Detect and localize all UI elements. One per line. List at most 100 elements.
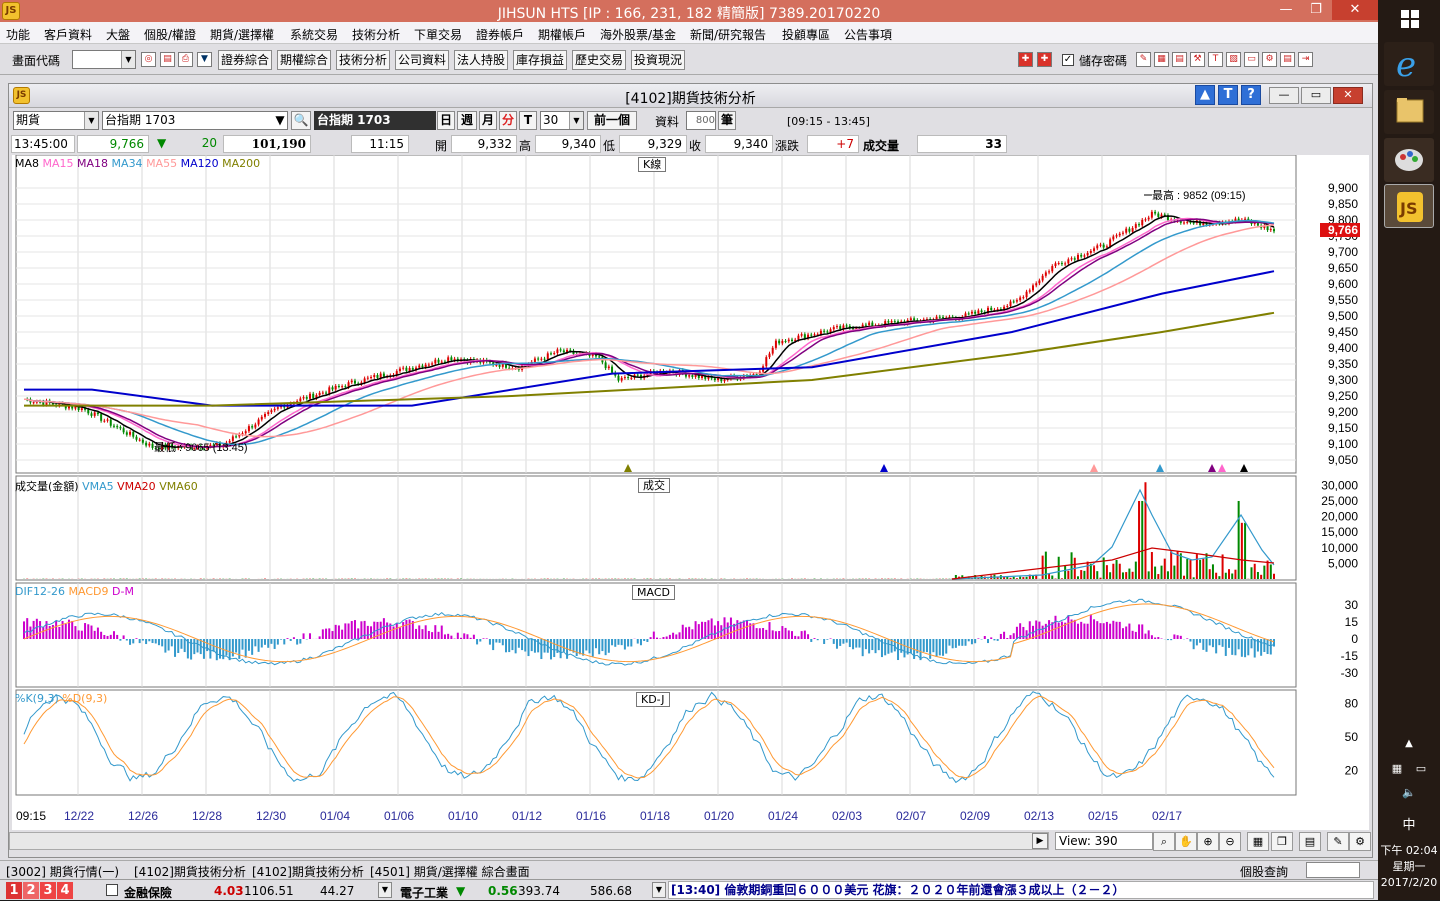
menu-item-system-trade[interactable]: 系統交易: [290, 26, 338, 43]
data-count-input[interactable]: 800: [686, 111, 716, 130]
institutional-holdings-button[interactable]: 法人持股: [454, 50, 508, 70]
company-info-button[interactable]: 公司資料: [395, 50, 449, 70]
settings-icon[interactable]: ⚙: [1349, 832, 1371, 851]
text-icon[interactable]: T: [1218, 85, 1238, 105]
period-tick-button[interactable]: T: [519, 111, 537, 130]
securities-summary-button[interactable]: 證券綜合: [218, 50, 272, 70]
menu-item-stocks[interactable]: 個股/權證: [144, 26, 196, 43]
window-icon[interactable]: ▭: [1244, 52, 1259, 67]
chevron-up-icon[interactable]: ▲: [1378, 738, 1440, 749]
inner-minimize-button[interactable]: —: [1269, 87, 1299, 104]
chevron-down-icon[interactable]: ▼: [378, 882, 392, 898]
period-week-button[interactable]: 週: [457, 111, 477, 130]
screen-code-select[interactable]: ▼: [72, 50, 136, 69]
grid-icon[interactable]: ▦: [1154, 52, 1169, 67]
tab-4102-a[interactable]: [4102]期貨技術分析: [134, 863, 246, 880]
minutes-select[interactable]: 30▼: [540, 111, 584, 130]
pencil-icon[interactable]: ✎: [1136, 52, 1151, 67]
chevron-down-icon[interactable]: ▼: [652, 882, 666, 898]
minus-icon[interactable]: ✚: [1037, 52, 1052, 67]
chart-icon[interactable]: ▧: [1226, 52, 1241, 67]
period-month-button[interactable]: 月: [479, 111, 497, 130]
text-icon[interactable]: T: [1208, 52, 1223, 67]
print-icon[interactable]: ⎙: [178, 52, 193, 67]
macd-histogram-bar: [627, 639, 629, 647]
menu-item-tech-analysis[interactable]: 技術分析: [352, 26, 400, 43]
period-day-button[interactable]: 日: [437, 111, 455, 130]
history-trades-button[interactable]: 歷史交易: [572, 50, 626, 70]
search-icon[interactable]: 🔍: [291, 111, 311, 130]
tablet-icon[interactable]: ▭: [1390, 762, 1440, 775]
copy-icon[interactable]: ❐: [1271, 832, 1293, 851]
layout-icon[interactable]: ▤: [1280, 52, 1295, 67]
period-minute-button[interactable]: 分: [499, 111, 517, 130]
menu-item-customer[interactable]: 客戶資料: [44, 26, 92, 43]
zoom-icon[interactable]: ⌕: [1153, 832, 1175, 851]
market-select[interactable]: 期貨▼: [13, 111, 99, 130]
tab-4102-b[interactable]: [4102]期貨技術分析: [252, 863, 364, 880]
inventory-pnl-button[interactable]: 庫存損益: [513, 50, 567, 70]
investment-status-button[interactable]: 投資現況: [631, 50, 685, 70]
unit-button[interactable]: 筆: [718, 111, 736, 130]
draw-icon[interactable]: ✎: [1327, 832, 1349, 851]
layout-icon[interactable]: ▤: [1299, 832, 1321, 851]
help-icon[interactable]: ?: [1241, 85, 1261, 105]
tech-analysis-button[interactable]: 技術分析: [336, 50, 390, 70]
options-summary-button[interactable]: 期權綜合: [277, 50, 331, 70]
product-select[interactable]: 台指期 1703▼: [102, 111, 288, 130]
minimize-button[interactable]: —: [1272, 0, 1300, 20]
horizontal-scrollbar[interactable]: ▶: [9, 832, 1049, 850]
pan-icon[interactable]: ✋: [1175, 832, 1197, 851]
screen-3-button[interactable]: 3: [40, 882, 56, 899]
volume-icon[interactable]: 🔈: [1378, 786, 1440, 799]
tab-3002[interactable]: [3002] 期貨行情(一): [6, 863, 119, 880]
menu-item-function[interactable]: 功能: [6, 26, 30, 43]
menu-item-securities-account[interactable]: 證券帳戶: [476, 26, 524, 43]
clock-time[interactable]: 下午 02:04: [1378, 842, 1440, 858]
search-icon[interactable]: ◎: [141, 52, 156, 67]
save-password-checkbox[interactable]: ✓: [1062, 54, 1074, 66]
indicator-icon[interactable]: ▦: [1247, 832, 1269, 851]
chart-svg[interactable]: 09:1512/2212/2612/2812/3001/0401/0601/10…: [12, 155, 1369, 830]
internet-explorer-icon[interactable]: e: [1384, 42, 1434, 86]
scroll-right-arrow-icon[interactable]: ▶: [1032, 833, 1048, 849]
news-ticker[interactable]: [13:40] 倫敦期銅重回６０００美元 花旗：２０２０年前還會漲３成以上（２－…: [668, 881, 1374, 899]
file-explorer-icon[interactable]: [1384, 90, 1434, 134]
jihsun-hts-icon[interactable]: JS: [1384, 184, 1434, 228]
menu-item-order[interactable]: 下單交易: [414, 26, 462, 43]
zoom-out-icon[interactable]: ⊖: [1219, 832, 1241, 851]
inner-title-bar[interactable]: JS [4102]期貨技術分析 ▲ T ? — ▭ ✕: [9, 84, 1372, 108]
menu-item-market[interactable]: 大盤: [106, 26, 130, 43]
chart-area[interactable]: 09:1512/2212/2612/2812/3001/0401/0601/10…: [12, 155, 1369, 830]
zoom-in-icon[interactable]: ⊕: [1197, 832, 1219, 851]
folder-icon[interactable]: ▤: [160, 52, 175, 67]
stock-query-input[interactable]: [1306, 862, 1360, 878]
dropdown-icon[interactable]: ▼: [197, 52, 212, 67]
menu-item-announcements[interactable]: 公告事項: [844, 26, 892, 43]
previous-button[interactable]: 前一個: [587, 111, 637, 130]
up-icon[interactable]: ▲: [1195, 85, 1215, 105]
menu-item-futures-account[interactable]: 期權帳戶: [538, 26, 586, 43]
inner-restore-button[interactable]: ▭: [1301, 87, 1331, 104]
settings-icon[interactable]: ⚙: [1262, 52, 1277, 67]
plus-icon[interactable]: ✚: [1018, 52, 1033, 67]
screen-4-button[interactable]: 4: [57, 882, 73, 899]
menu-item-overseas[interactable]: 海外股票/基金: [600, 26, 676, 43]
menu-item-advisor[interactable]: 投顧專區: [782, 26, 830, 43]
close-button[interactable]: ✕: [1332, 0, 1378, 20]
restore-button[interactable]: ❐: [1302, 0, 1330, 20]
screen-2-button[interactable]: 2: [23, 882, 39, 899]
title-bar[interactable]: JS JIHSUN HTS [IP : 166, 231, 182 精簡版] 7…: [0, 0, 1378, 22]
document-icon[interactable]: ▤: [1172, 52, 1187, 67]
paint-icon[interactable]: [1384, 138, 1434, 182]
windows-start-icon[interactable]: [1384, 0, 1434, 42]
menu-item-futures[interactable]: 期貨/選擇權: [210, 26, 274, 43]
screen-1-button[interactable]: 1: [6, 882, 22, 899]
index-checkbox[interactable]: [106, 884, 118, 896]
menu-item-news[interactable]: 新聞/研究報告: [690, 26, 766, 43]
exit-icon[interactable]: ⇥: [1298, 52, 1313, 67]
ime-indicator[interactable]: 中: [1378, 814, 1440, 833]
tab-4501[interactable]: [4501] 期貨/選擇權 綜合畫面: [370, 863, 530, 880]
tools-icon[interactable]: ⚒: [1190, 52, 1205, 67]
inner-close-button[interactable]: ✕: [1333, 87, 1363, 104]
